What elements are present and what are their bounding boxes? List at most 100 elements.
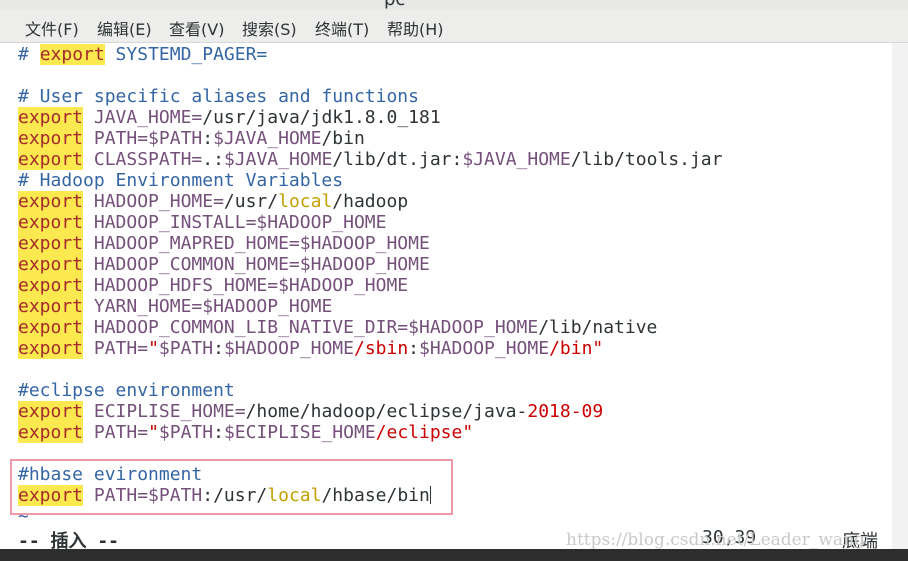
code-token: :	[202, 128, 214, 149]
code-token: .:	[202, 149, 224, 170]
code-token: /eclipse"	[375, 422, 474, 443]
menu-file[interactable]: 文件(F)	[25, 16, 79, 40]
editor-line: export HADOOP_HOME=/usr/local/hadoop	[18, 191, 408, 212]
code-token: #	[18, 44, 40, 65]
vim-status-line: -- 插入 -- 30,39 底端	[16, 527, 892, 552]
code-token: PATH=$PATH	[83, 485, 203, 506]
export-keyword: export	[18, 212, 84, 233]
code-token: $PATH	[158, 338, 214, 359]
export-keyword: export	[18, 317, 84, 338]
export-keyword: export	[18, 401, 84, 422]
editor-line: export PATH=$PATH:/usr/local/hbase/bin	[18, 485, 431, 506]
code-token: JAVA_HOME=	[83, 107, 203, 128]
code-token: #eclipse environment	[18, 380, 235, 401]
export-keyword: export	[18, 422, 84, 443]
editor-line: export PATH="$PATH:$HADOOP_HOME/sbin:$HA…	[18, 338, 603, 359]
export-keyword: export	[18, 485, 84, 506]
editor-line: # User specific aliases and functions	[18, 86, 419, 107]
code-token: $ECIPLISE_HOME	[223, 422, 376, 443]
code-token: HADOOP_HDFS_HOME=$HADOOP_HOME	[83, 275, 409, 296]
export-keyword: export	[18, 233, 84, 254]
export-keyword: export	[39, 44, 105, 65]
code-token: /hadoop	[332, 191, 409, 212]
editor-line: export HADOOP_HDFS_HOME=$HADOOP_HOME	[18, 275, 408, 296]
code-token: /lib/dt.jar:	[332, 149, 463, 170]
editor-line: ~	[18, 506, 29, 526]
vim-editor-area[interactable]: # export SYSTEMD_PAGER= # User specific a…	[16, 43, 892, 526]
code-token: "	[148, 422, 159, 443]
code-token: /sbin	[353, 338, 409, 359]
window-title: pc	[384, 0, 405, 10]
menu-help[interactable]: 帮助(H)	[387, 16, 444, 40]
export-keyword: export	[18, 338, 84, 359]
menu-edit[interactable]: 编辑(E)	[97, 16, 152, 40]
code-token: PATH=$PATH	[83, 128, 203, 149]
code-token: /hbase/bin	[321, 485, 430, 506]
export-keyword: export	[18, 107, 84, 128]
editor-line: export PATH=$PATH:$JAVA_HOME/bin	[18, 128, 365, 149]
code-token: SYSTEMD_PAGER=	[104, 44, 268, 65]
cursor-position: 30,39	[702, 527, 757, 548]
code-token: :	[213, 338, 224, 359]
editor-line: #eclipse environment	[18, 380, 235, 401]
code-token: ECIPLISE_HOME=	[83, 401, 246, 422]
code-token: /home/hadoop/eclipse/java-	[245, 401, 528, 422]
export-keyword: export	[18, 254, 84, 275]
editor-line: export HADOOP_COMMON_HOME=$HADOOP_HOME	[18, 254, 430, 275]
code-token: ~	[18, 506, 29, 526]
scrollbar[interactable]	[892, 43, 908, 549]
code-token: $PATH	[158, 422, 214, 443]
code-token: YARN_HOME=$HADOOP_HOME	[83, 296, 333, 317]
export-keyword: export	[18, 149, 84, 170]
editor-line: export HADOOP_COMMON_LIB_NATIVE_DIR=$HAD…	[18, 317, 657, 338]
editor-line: export JAVA_HOME=/usr/java/jdk1.8.0_181	[18, 107, 441, 128]
code-token: HADOOP_COMMON_LIB_NATIVE_DIR=$HADOOP_HOM…	[83, 317, 539, 338]
code-token: PATH=	[83, 338, 149, 359]
editor-line: export CLASSPATH=.:$JAVA_HOME/lib/dt.jar…	[18, 149, 722, 170]
code-token: HADOOP_INSTALL=$HADOOP_HOME	[83, 212, 387, 233]
code-token: HADOOP_HOME=	[83, 191, 224, 212]
code-token: $JAVA_HOME	[213, 128, 322, 149]
code-token: local	[267, 485, 322, 506]
code-token: HADOOP_COMMON_HOME=$HADOOP_HOME	[83, 254, 430, 275]
editor-line: export ECIPLISE_HOME=/home/hadoop/eclips…	[18, 401, 603, 422]
code-token: $HADOOP_HOME	[223, 338, 354, 359]
code-token: /bin	[321, 128, 365, 149]
menu-bar: 文件(F) 编辑(E) 查看(V) 搜索(S) 终端(T) 帮助(H)	[0, 10, 908, 43]
window-bottom-edge	[0, 549, 908, 561]
code-token: # User specific aliases and functions	[18, 86, 419, 107]
code-token: /bin"	[549, 338, 604, 359]
code-token: :	[213, 422, 224, 443]
code-token: :/usr/	[202, 485, 268, 506]
export-keyword: export	[18, 128, 84, 149]
code-token: $JAVA_HOME	[462, 149, 571, 170]
code-token: # Hadoop Environment Variables	[18, 170, 344, 191]
editor-line: #hbase evironment	[18, 464, 202, 485]
code-token: "	[148, 338, 159, 359]
editor-line: export HADOOP_MAPRED_HOME=$HADOOP_HOME	[18, 233, 430, 254]
menu-view[interactable]: 查看(V)	[169, 16, 224, 40]
code-token: /lib/native	[538, 317, 658, 338]
code-token: $JAVA_HOME	[223, 149, 333, 170]
editor-line: export HADOOP_INSTALL=$HADOOP_HOME	[18, 212, 386, 233]
code-token: /usr/	[223, 191, 279, 212]
export-keyword: export	[18, 296, 84, 317]
menu-terminal[interactable]: 终端(T)	[315, 16, 369, 40]
code-token: /usr/java/jdk1.8.0_181	[202, 107, 441, 128]
text-cursor	[429, 486, 431, 504]
editor-line: # export SYSTEMD_PAGER=	[18, 44, 267, 65]
menu-search[interactable]: 搜索(S)	[242, 16, 297, 40]
export-keyword: export	[18, 275, 84, 296]
editor-line: # Hadoop Environment Variables	[18, 170, 343, 191]
code-token: :	[408, 338, 420, 359]
editor-line: export PATH="$PATH:$ECIPLISE_HOME/eclips…	[18, 422, 473, 443]
editor-line: export YARN_HOME=$HADOOP_HOME	[18, 296, 332, 317]
code-token: local	[278, 191, 333, 212]
code-token: 2018-09	[527, 401, 604, 422]
code-token: CLASSPATH=	[83, 149, 203, 170]
code-token: PATH=	[83, 422, 149, 443]
code-token: /lib/tools.jar	[570, 149, 723, 170]
code-token: HADOOP_MAPRED_HOME=$HADOOP_HOME	[83, 233, 430, 254]
export-keyword: export	[18, 191, 84, 212]
code-token: $HADOOP_HOME	[419, 338, 550, 359]
